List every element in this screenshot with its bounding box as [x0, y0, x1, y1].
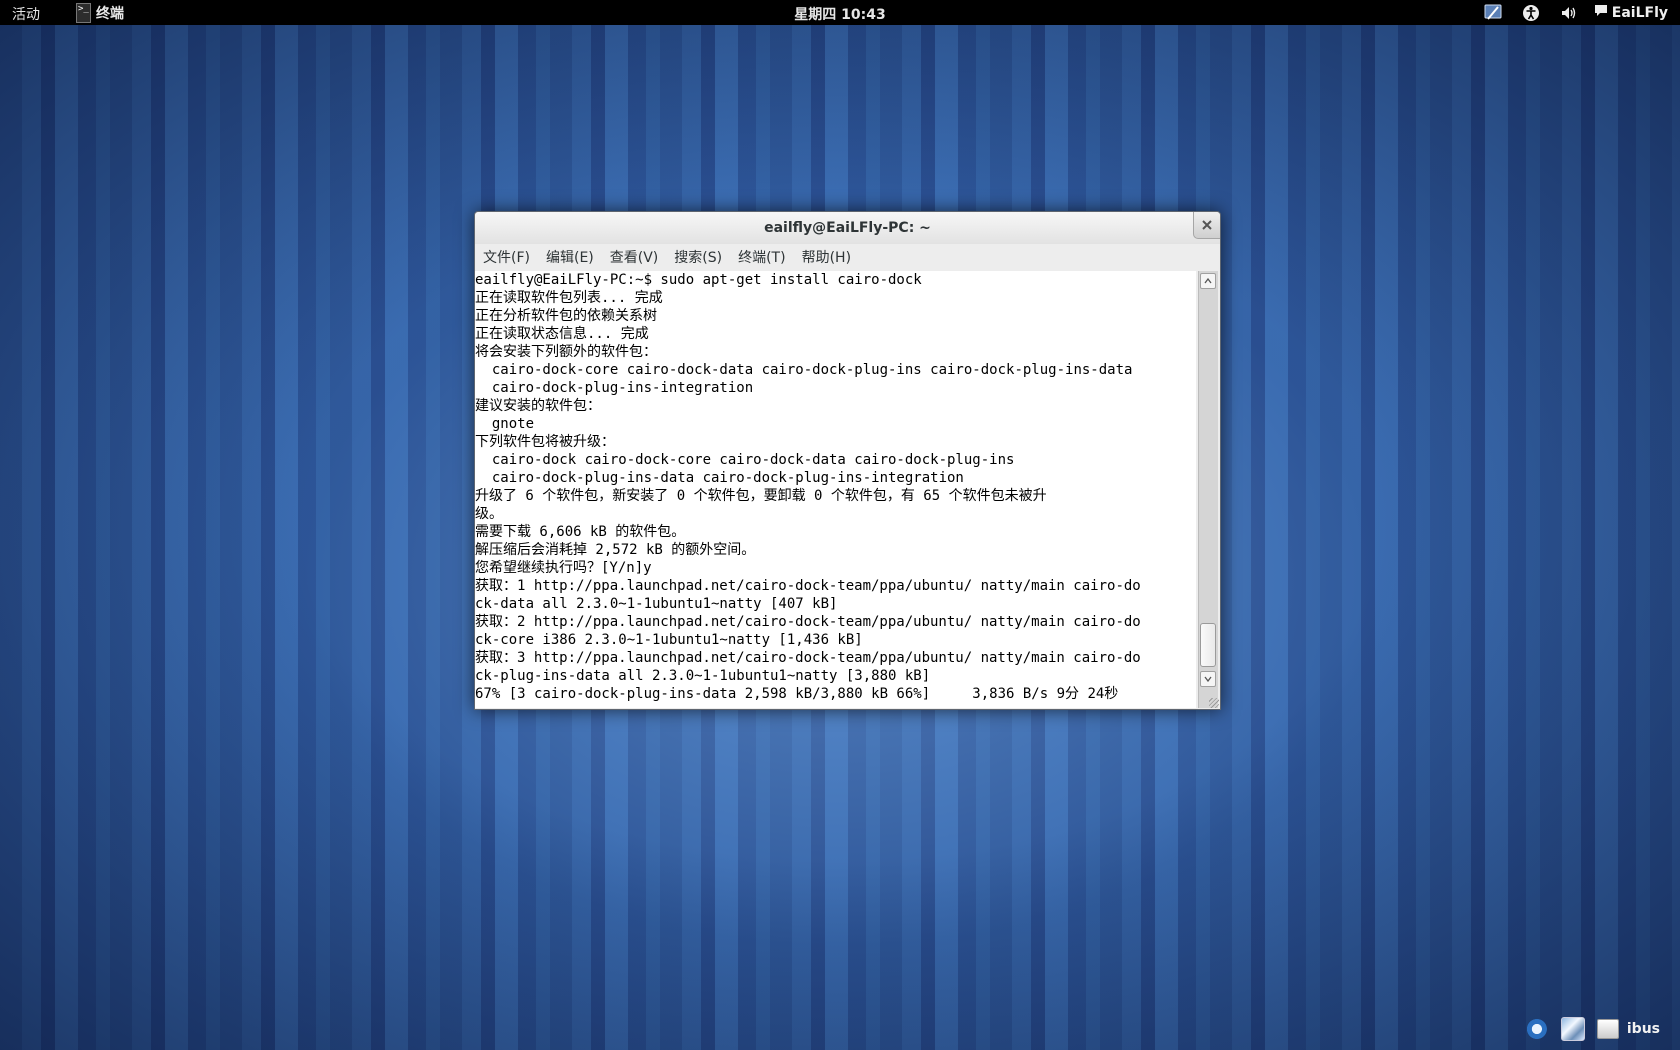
terminal-line: eailfly@EaiLFly-PC:~$ sudo apt-get insta…	[475, 272, 922, 288]
menu-bar: 文件(F) 编辑(E) 查看(V) 搜索(S) 终端(T) 帮助(H)	[475, 244, 1220, 270]
chevron-up-icon	[1204, 278, 1212, 284]
terminal-line: ck-plug-ins-data all 2.3.0~1-1ubuntu1~na…	[475, 668, 931, 684]
terminal-line: gnote	[475, 416, 535, 432]
chevron-down-icon	[1204, 676, 1212, 682]
terminal-line: 下列软件包将被升级：	[475, 434, 615, 450]
terminal-line: 正在读取软件包列表... 完成	[475, 290, 663, 306]
ibus-label: ibus	[1626, 1021, 1660, 1037]
window-titlebar[interactable]: eailfly@EaiLFly-PC: ~	[475, 212, 1220, 244]
terminal-line: 正在分析软件包的依赖关系树	[475, 308, 657, 324]
activities-button[interactable]: 活动	[12, 4, 40, 24]
terminal-icon: >_	[76, 2, 91, 23]
terminal-line: 建议安装的软件包：	[475, 398, 601, 414]
terminal-line: cairo-dock-plug-ins-data cairo-dock-plug…	[475, 470, 964, 486]
terminal-line: 将会安装下列额外的软件包：	[475, 344, 657, 360]
terminal-line: 解压缩后会消耗掉 2,572 kB 的额外空间。	[475, 542, 756, 558]
terminal-line: 级。	[475, 506, 503, 522]
terminal-line: 您希望继续执行吗？[Y/n]y	[475, 560, 652, 576]
app-menu-label: 终端	[96, 5, 124, 22]
keyboard-icon	[1596, 1019, 1619, 1039]
vertical-scrollbar[interactable]	[1198, 271, 1218, 708]
scrollbar-thumb[interactable]	[1200, 623, 1216, 667]
network-icon[interactable]	[1482, 2, 1504, 24]
terminal-line: ck-data all 2.3.0~1-1ubuntu1~natty [407 …	[475, 596, 838, 612]
accessibility-icon[interactable]	[1520, 2, 1542, 24]
message-tray: ibus	[1350, 1008, 1680, 1050]
resize-grip[interactable]	[1209, 698, 1219, 708]
menu-file[interactable]: 文件(F)	[475, 247, 538, 267]
user-menu[interactable]: EaiLFly	[1594, 4, 1668, 21]
scroll-up-button[interactable]	[1200, 273, 1216, 289]
terminal-line: 获取：3 http://ppa.launchpad.net/cairo-dock…	[475, 650, 1141, 666]
app-menu[interactable]: >_ 终端	[76, 0, 124, 25]
terminal-line: ck-core i386 2.3.0~1-1ubuntu1~natty [1,4…	[475, 632, 863, 648]
close-icon	[1202, 220, 1212, 230]
window-title: eailfly@EaiLFly-PC: ~	[764, 220, 931, 236]
user-name: EaiLFly	[1611, 4, 1668, 21]
ibus-item[interactable]: ibus	[1596, 1019, 1660, 1039]
terminal-line: cairo-dock cairo-dock-core cairo-dock-da…	[475, 452, 1015, 468]
menu-search[interactable]: 搜索(S)	[666, 247, 730, 267]
terminal-line: 获取：1 http://ppa.launchpad.net/cairo-dock…	[475, 578, 1141, 594]
menu-view[interactable]: 查看(V)	[602, 247, 667, 267]
close-button[interactable]	[1193, 212, 1220, 239]
menu-help[interactable]: 帮助(H)	[794, 247, 859, 267]
terminal-line: cairo-dock-plug-ins-integration	[475, 380, 754, 396]
terminal-line: 67% [3 cairo-dock-plug-ins-data 2,598 kB…	[475, 686, 1119, 702]
volume-icon[interactable]	[1558, 2, 1580, 24]
scroll-down-button[interactable]	[1200, 671, 1216, 687]
terminal-window: eailfly@EaiLFly-PC: ~ 文件(F) 编辑(E) 查看(V) …	[474, 211, 1221, 710]
terminal-line: 升级了 6 个软件包，新安装了 0 个软件包，要卸载 0 个软件包，有 65 个…	[475, 488, 1047, 504]
top-bar: 活动 >_ 终端 星期四 10:43 EaiLFly	[0, 0, 1680, 25]
terminal-line: cairo-dock-core cairo-dock-data cairo-do…	[475, 362, 1133, 378]
system-tray: EaiLFly	[1474, 0, 1680, 25]
terminal-line: 获取：2 http://ppa.launchpad.net/cairo-dock…	[475, 614, 1141, 630]
terminal-output[interactable]: eailfly@EaiLFly-PC:~$ sudo apt-get insta…	[475, 271, 1196, 708]
menu-edit[interactable]: 编辑(E)	[538, 247, 602, 267]
menu-terminal[interactable]: 终端(T)	[730, 247, 793, 267]
steam-icon[interactable]	[1526, 1018, 1549, 1040]
terminal-line: 正在读取状态信息... 完成	[475, 326, 649, 342]
image-viewer-icon[interactable]	[1560, 1017, 1585, 1041]
chat-bubble-icon	[1594, 4, 1608, 21]
clock[interactable]: 星期四 10:43	[794, 7, 885, 23]
terminal-line: 需要下载 6,606 kB 的软件包。	[475, 524, 686, 540]
